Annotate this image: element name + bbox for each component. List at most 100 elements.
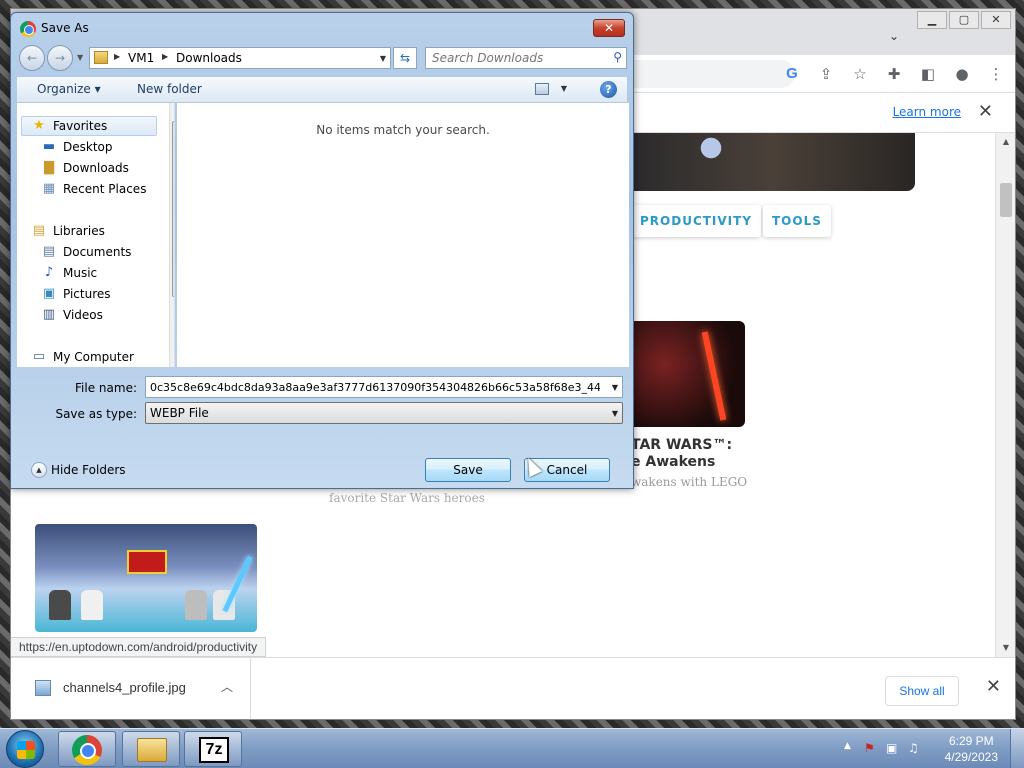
- clock[interactable]: 6:29 PM 4/29/2023: [945, 733, 998, 765]
- file-name-dropdown-icon[interactable]: ▼: [612, 383, 618, 392]
- nav-item-favorites[interactable]: ★ Favorites: [31, 117, 107, 135]
- nav-item-videos[interactable]: ▥ Videos: [41, 306, 103, 324]
- lego-star-wars-battles-image[interactable]: [35, 524, 257, 632]
- taskbar-explorer[interactable]: [122, 731, 180, 767]
- nav-item-my-computer[interactable]: ▭ My Computer: [31, 348, 134, 366]
- volume-muted-icon[interactable]: ♫: [908, 741, 919, 755]
- card-title[interactable]: TAR WARS™: e Awakens: [631, 437, 751, 471]
- infobar-close-icon[interactable]: ✕: [978, 101, 993, 122]
- breadcrumb-arrow-icon[interactable]: ▶: [162, 52, 168, 61]
- nav-item-music[interactable]: ♪ Music: [41, 264, 97, 282]
- search-box[interactable]: ⚲: [425, 47, 627, 69]
- maximize-button[interactable]: ▢: [949, 11, 979, 29]
- image-file-icon: [35, 680, 51, 696]
- lightsaber-graphic: [222, 555, 253, 613]
- dialog-close-button[interactable]: ✕: [593, 19, 625, 37]
- nav-label: Favorites: [53, 119, 108, 133]
- show-hidden-icons-icon[interactable]: ▲: [844, 741, 851, 751]
- file-name-combobox[interactable]: ▼: [145, 376, 623, 398]
- menu-kebab-icon[interactable]: ⋮: [985, 63, 1007, 85]
- save-as-type-value: WEBP File: [150, 406, 209, 420]
- navigation-pane: ★ Favorites ▬ Desktop ▇ Downloads ▦ Rece…: [17, 103, 175, 367]
- address-dropdown-icon[interactable]: ▼: [380, 54, 386, 63]
- save-button[interactable]: Save: [425, 458, 511, 482]
- scroll-thumb[interactable]: [1000, 183, 1012, 217]
- tab-search-icon[interactable]: ⌄: [889, 29, 899, 43]
- show-desktop-button[interactable]: [1010, 729, 1024, 768]
- lego-logo: [127, 550, 167, 574]
- search-input[interactable]: [432, 50, 602, 66]
- lightsaber-graphic: [701, 331, 727, 421]
- organize-button[interactable]: Organize ▾: [37, 82, 101, 96]
- google-icon[interactable]: G: [781, 63, 803, 85]
- command-bar: Organize ▾ New folder ▼ ?: [17, 77, 627, 103]
- download-filename: channels4_profile.jpg: [63, 680, 186, 695]
- page-scrollbar[interactable]: ▲ ▼: [995, 133, 1015, 657]
- chevron-up-icon[interactable]: ︿: [221, 678, 233, 695]
- scroll-down-icon[interactable]: ▼: [996, 639, 1015, 657]
- nav-item-desktop[interactable]: ▬ Desktop: [41, 138, 113, 156]
- start-button[interactable]: [6, 730, 44, 768]
- download-shelf-close-icon[interactable]: ✕: [986, 676, 1001, 697]
- minimize-button[interactable]: ▁: [917, 11, 947, 29]
- taskbar: 7z ▲ ⚑ ▣ ♫ 6:29 PM 4/29/2023: [0, 728, 1024, 768]
- save-as-type-select[interactable]: WEBP File ▼: [145, 402, 623, 424]
- change-view-icon[interactable]: [535, 83, 549, 95]
- nav-item-libraries[interactable]: ▤ Libraries: [31, 222, 105, 240]
- breadcrumb-arrow-icon[interactable]: ▶: [114, 52, 120, 61]
- help-icon[interactable]: ?: [600, 81, 617, 98]
- download-shelf: channels4_profile.jpg ︿ Show all ✕: [11, 657, 1015, 719]
- scroll-up-icon[interactable]: ▲: [996, 133, 1015, 151]
- star-wars-awakens-image[interactable]: [631, 321, 745, 427]
- scroll-up-icon[interactable]: ▲: [170, 105, 174, 113]
- side-panel-icon[interactable]: ◧: [917, 63, 939, 85]
- save-as-dialog: Save As ✕ ← → ▼ ▶ VM1 ▶ Downloads ▼ ⇆ ⚲ …: [10, 12, 634, 489]
- hide-folders-button[interactable]: ▲ Hide Folders: [31, 462, 126, 478]
- recent-locations-dropdown-icon[interactable]: ▼: [77, 53, 83, 62]
- dialog-titlebar[interactable]: Save As ✕: [11, 13, 633, 43]
- address-breadcrumb[interactable]: ▶ VM1 ▶ Downloads ▼: [89, 47, 391, 69]
- file-list-pane[interactable]: No items match your search.: [177, 103, 629, 367]
- scroll-down-icon[interactable]: ▼: [170, 357, 174, 365]
- 7zip-icon: 7z: [199, 737, 229, 763]
- extensions-icon[interactable]: ✚: [883, 63, 905, 85]
- nav-item-pictures[interactable]: ▣ Pictures: [41, 285, 111, 303]
- taskbar-chrome[interactable]: [58, 731, 116, 767]
- libraries-icon: ▤: [32, 223, 46, 238]
- nav-item-recent-places[interactable]: ▦ Recent Places: [41, 180, 147, 198]
- nav-item-downloads[interactable]: ▇ Downloads: [41, 159, 129, 177]
- new-folder-button[interactable]: New folder: [137, 82, 202, 96]
- learn-more-link[interactable]: Learn more: [893, 105, 961, 119]
- share-icon[interactable]: ⇪: [815, 63, 837, 85]
- recent-places-icon: ▦: [42, 181, 56, 196]
- taskbar-7zip[interactable]: 7z: [184, 731, 242, 767]
- refresh-icon[interactable]: ⇆: [393, 47, 417, 69]
- breadcrumb-downloads[interactable]: Downloads: [176, 51, 242, 65]
- action-center-flag-icon[interactable]: ⚑: [864, 741, 875, 755]
- view-options-dropdown-icon[interactable]: ▼: [561, 84, 567, 93]
- save-as-type-dropdown-icon[interactable]: ▼: [612, 409, 618, 418]
- nav-label: Documents: [63, 245, 132, 259]
- desktop-icon: ▬: [42, 139, 56, 154]
- category-chip-productivity[interactable]: PRODUCTIVITY: [631, 205, 762, 237]
- bookmark-star-icon[interactable]: ☆: [849, 63, 871, 85]
- back-arrow-icon[interactable]: ←: [19, 45, 45, 71]
- dialog-title: Save As: [41, 21, 89, 35]
- nav-item-documents[interactable]: ▤ Documents: [41, 243, 132, 261]
- forward-arrow-icon[interactable]: →: [47, 45, 73, 71]
- nav-scroll-thumb[interactable]: [172, 121, 174, 297]
- profile-avatar-icon[interactable]: ●: [951, 63, 973, 85]
- nav-scrollbar[interactable]: ▲ ▼: [169, 103, 174, 367]
- card-description: wakens with LEGO: [631, 475, 748, 489]
- category-chip-tools[interactable]: TOOLS: [763, 205, 831, 237]
- breadcrumb-vm1[interactable]: VM1: [128, 51, 154, 65]
- show-all-button[interactable]: Show all: [885, 676, 959, 706]
- computer-icon: ▭: [32, 349, 46, 364]
- hide-folders-label: Hide Folders: [51, 463, 126, 477]
- download-item[interactable]: channels4_profile.jpg ︿: [11, 658, 251, 719]
- close-window-button[interactable]: ✕: [981, 11, 1011, 29]
- network-icon[interactable]: ▣: [886, 741, 897, 755]
- file-name-input[interactable]: [150, 379, 600, 395]
- toolbar-icons: G ⇪ ☆ ✚ ◧ ● ⋮: [781, 63, 1007, 85]
- search-icon[interactable]: ⚲: [613, 50, 622, 64]
